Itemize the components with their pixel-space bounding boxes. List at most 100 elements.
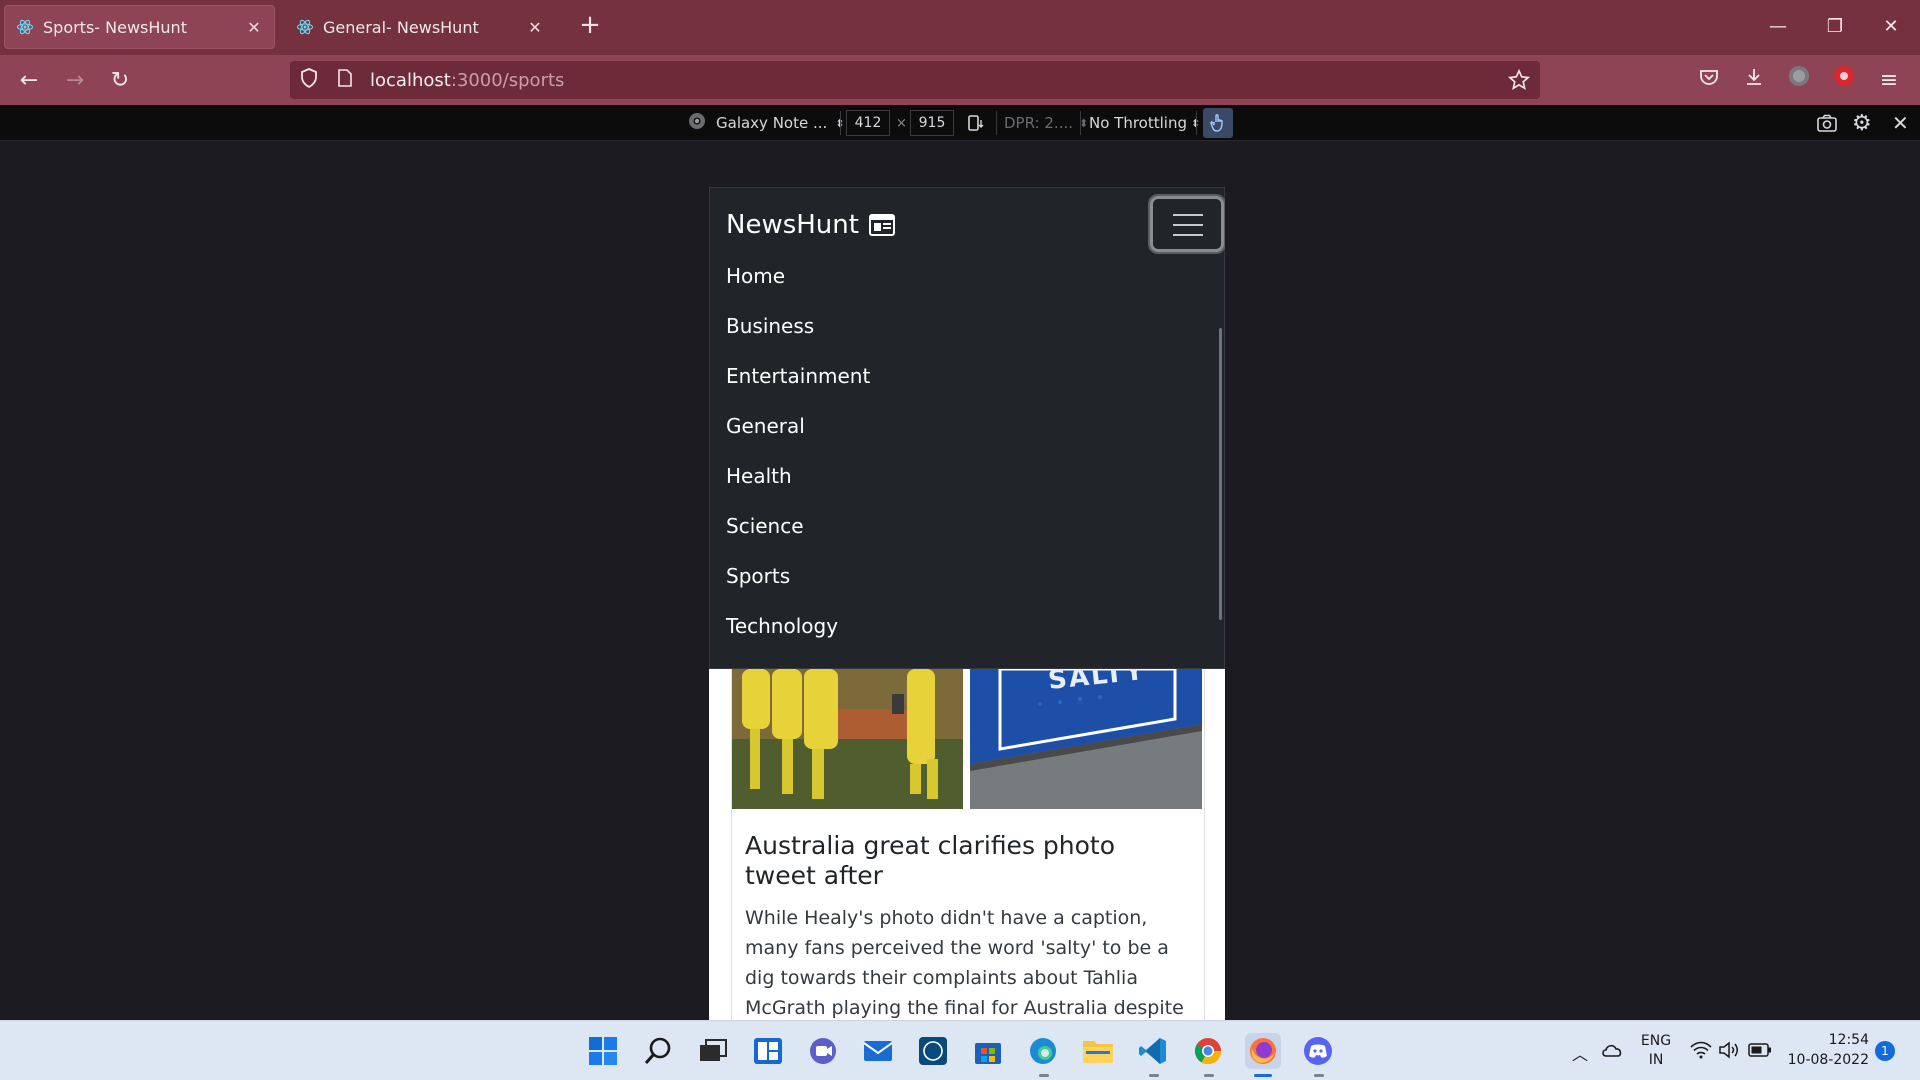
back-arrow-icon[interactable]: ← [12,64,46,98]
onedrive-icon[interactable] [1600,1041,1624,1063]
tab-title: General- NewsHunt [323,17,479,37]
firefox-icon[interactable] [1245,1033,1281,1069]
url-host: localhost [370,69,451,91]
brand-name: NewsHunt [726,210,859,240]
task-view-icon[interactable] [695,1033,731,1069]
rotate-icon[interactable] [966,105,986,141]
hamburger-line [1173,214,1203,216]
active-indicator [1254,1074,1272,1077]
vscode-icon[interactable] [1135,1033,1171,1069]
pocket-icon[interactable] [1692,64,1726,98]
menu-hamburger-icon[interactable]: ≡ [1872,64,1906,98]
news-image-salty-sign: SALTY [970,669,1202,809]
touch-simulation-icon[interactable] [1203,108,1233,138]
url-path: :3000/sports [450,69,565,91]
nav-link-science[interactable]: Science [726,514,804,538]
close-rdm-icon[interactable]: ✕ [1892,105,1909,141]
viewport-width-input[interactable]: 412 [846,110,890,136]
region-code[interactable]: IN [1638,1052,1674,1068]
brand-link[interactable]: NewsHunt [726,210,895,240]
notification-badge[interactable]: 1 [1875,1041,1895,1061]
microsoft-store-icon[interactable] [970,1033,1006,1069]
discord-icon[interactable] [1300,1033,1336,1069]
nav-link-general[interactable]: General [726,414,805,438]
minimize-icon[interactable]: — [1763,12,1793,42]
teams-chat-icon[interactable] [805,1033,841,1069]
viewport-height-input[interactable]: 915 [910,110,954,136]
url-text[interactable]: localhost:3000/sports [370,70,564,91]
reload-icon[interactable]: ↻ [103,64,137,98]
language-code[interactable]: ENG [1638,1033,1674,1049]
running-indicator [1039,1074,1049,1077]
start-windows-icon[interactable] [585,1033,621,1069]
wifi-icon[interactable] [1690,1041,1712,1063]
newspaper-icon [868,214,895,236]
shield-icon[interactable] [300,68,322,92]
page-icon [338,69,358,91]
search-icon[interactable] [640,1033,676,1069]
nav-link-business[interactable]: Business [726,314,814,338]
throttling-label: No Throttling [1089,114,1187,132]
nav-link-sports[interactable]: Sports [726,564,790,588]
dpr-selector[interactable]: DPR: 2.... ⬍ [1004,105,1088,141]
divider [1080,111,1081,135]
chrome-icon [688,112,706,134]
news-card-text: While Healy's photo didn't have a captio… [745,907,1184,1019]
times-sign: × [896,115,907,131]
news-card-title: Australia great clarifies photo tweet af… [745,831,1116,890]
taskbar: ︿ ENG IN 12:54 10-08-2022 1 [0,1020,1920,1080]
responsive-design-toolbar: Galaxy Note ... ⬍ 412 × 915 DPR: 2.... ⬍… [0,105,1920,141]
new-tab-button[interactable]: + [575,11,605,41]
hamburger-line [1173,234,1203,236]
clock-date[interactable]: 10-08-2022 [1785,1052,1869,1068]
settings-gear-icon[interactable]: ⚙ [1852,105,1872,141]
hamburger-line [1173,224,1203,226]
dpr-label: DPR: 2.... [1004,114,1073,132]
react-icon [15,17,35,37]
scrollbar[interactable] [1219,328,1222,620]
dell-icon[interactable] [915,1033,951,1069]
chevron-up-icon[interactable]: ︿ [1572,1041,1588,1065]
nav-link-technology[interactable]: Technology [726,614,838,638]
battery-icon[interactable] [1748,1042,1772,1062]
screenshot-icon[interactable] [1816,105,1838,141]
nav-link-health[interactable]: Health [726,464,792,488]
navigation-toolbar: ← → ↻ localhost:3000/sports ≡ [0,55,1920,105]
divider [840,111,841,135]
download-icon[interactable] [1737,64,1771,98]
restore-icon[interactable]: ❐ [1820,12,1850,42]
device-viewport: SALTY Australia great clarifies photo tw… [709,187,1225,1020]
volume-icon[interactable] [1718,1040,1740,1064]
device-selector[interactable]: Galaxy Note ... ⬍ [688,105,845,141]
clock-time[interactable]: 12:54 [1785,1032,1869,1048]
window-close-icon[interactable]: ✕ [1876,12,1906,42]
bookmark-star-icon[interactable] [1507,68,1531,95]
news-image-players [732,669,963,809]
widgets-icon[interactable] [750,1033,786,1069]
running-indicator [1149,1074,1159,1077]
divider [996,111,997,135]
running-indicator [1314,1074,1324,1077]
extension-icon[interactable] [1827,64,1861,98]
url-bar[interactable]: localhost:3000/sports [290,61,1540,99]
tab-sports[interactable]: Sports- NewsHunt ✕ [4,5,275,49]
navbar-toggler-button[interactable] [1150,196,1224,252]
throttling-selector[interactable]: No Throttling ⬍ [1089,105,1200,141]
account-icon[interactable] [1782,64,1816,98]
mail-icon[interactable] [860,1033,896,1069]
forward-arrow-icon[interactable]: → [58,64,92,98]
react-icon [295,17,315,37]
close-icon[interactable]: ✕ [244,18,264,37]
nav-link-entertainment[interactable]: Entertainment [726,364,870,388]
file-explorer-icon[interactable] [1080,1033,1116,1069]
edge-icon[interactable] [1025,1033,1061,1069]
device-name: Galaxy Note ... [716,114,828,132]
tab-general[interactable]: General- NewsHunt ✕ [285,5,555,49]
tab-title: Sports- NewsHunt [43,17,187,37]
running-indicator [1204,1074,1214,1077]
chrome-icon[interactable] [1190,1033,1226,1069]
divider [1196,111,1197,135]
nav-link-home[interactable]: Home [726,264,785,288]
news-card: SALTY Australia great clarifies photo tw… [731,669,1205,1020]
close-icon[interactable]: ✕ [525,18,545,37]
